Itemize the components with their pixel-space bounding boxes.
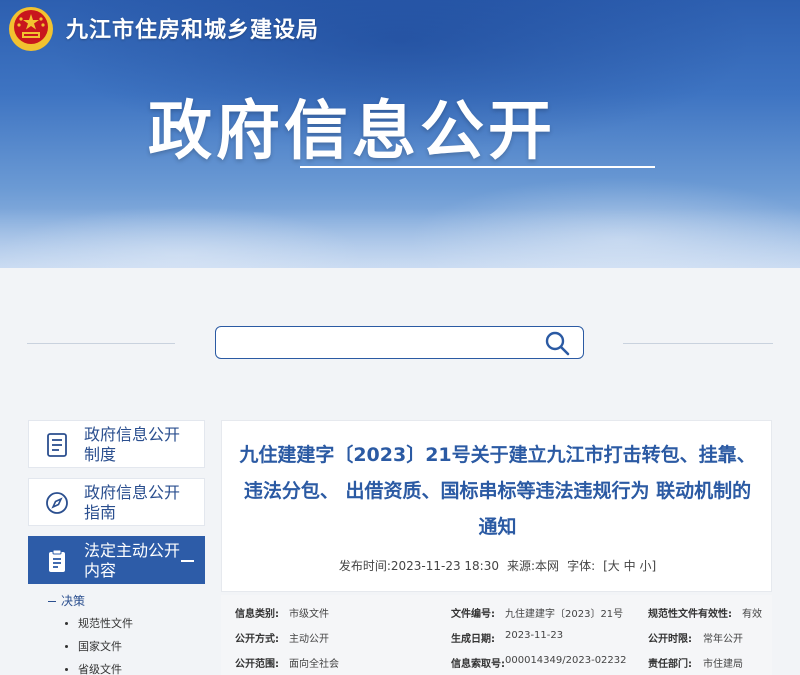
site-name[interactable]: 九江市住房和城乡建设局 (66, 12, 319, 44)
sidebar-item-statutory-content[interactable]: 法定主动公开内容 (28, 536, 205, 584)
info-key: 公开时限: (648, 634, 692, 645)
info-value: 000014349/2023-02232 (505, 655, 627, 666)
source-value: 本网 (535, 559, 560, 573)
header-banner: 九江市住房和城乡建设局 政府信息公开 (0, 0, 800, 268)
info-row: 信息类别: 市级文件 文件编号: 九住建建字〔2023〕21号 规范性文件有效性… (221, 605, 772, 629)
info-value: 主动公开 (289, 634, 329, 645)
national-emblem-icon[interactable] (6, 4, 56, 54)
tree-node-decision[interactable]: 决策 (28, 590, 205, 612)
font-bracket-close: ] (651, 559, 657, 573)
search-area (0, 326, 800, 360)
font-large-button[interactable]: 大 (608, 559, 620, 573)
sidebar-item-label: 政府信息公开指南 (84, 483, 181, 522)
sidebar: 政府信息公开制度 政府信息公开指南 法定主动公开内容 决策 规范性文件 国家文件 (28, 420, 205, 675)
document-list-icon (47, 433, 67, 457)
info-key: 公开方式: (235, 634, 279, 645)
info-value: 有效 (742, 609, 762, 620)
font-medium-button[interactable]: 中 (624, 559, 636, 573)
font-size-label: 字体: (567, 559, 596, 573)
tree-leaf-label: 规范性文件 (78, 617, 133, 630)
info-value: 常年公开 (703, 634, 743, 645)
sidebar-item-label: 法定主动公开内容 (84, 541, 181, 580)
publish-time-label: 发布时间: (338, 559, 391, 573)
document-info-table: 信息类别: 市级文件 文件编号: 九住建建字〔2023〕21号 规范性文件有效性… (221, 595, 772, 675)
info-value: 市住建局 (703, 659, 743, 670)
info-key: 文件编号: (451, 609, 495, 620)
tree-leaf-national-docs[interactable]: 国家文件 (28, 635, 205, 658)
search-box (215, 326, 584, 359)
search-divider-left (27, 343, 175, 344)
tree-leaf-normative-docs[interactable]: 规范性文件 (28, 612, 205, 635)
search-divider-right (623, 343, 773, 344)
font-small-button[interactable]: 小 (639, 559, 651, 573)
sidebar-item-disclosure-guide[interactable]: 政府信息公开指南 (28, 478, 205, 526)
info-key: 信息索取号: (451, 659, 505, 670)
banner-skyline (0, 208, 800, 268)
sidebar-subtree: 决策 规范性文件 国家文件 省级文件 (28, 584, 205, 675)
publish-time: 2023-11-23 18:30 (390, 559, 499, 573)
info-row: 公开方式: 主动公开 生成日期: 2023-11-23 公开时限: 常年公开 (221, 630, 772, 654)
info-row: 公开范围: 面向全社会 信息索取号: 000014349/2023-02232 … (221, 655, 772, 675)
info-key: 公开范围: (235, 659, 279, 670)
hero-underline (300, 166, 655, 168)
tree-leaf-label: 省级文件 (78, 663, 122, 675)
collapse-dash-icon (48, 601, 56, 602)
sidebar-item-disclosure-system[interactable]: 政府信息公开制度 (28, 420, 205, 468)
info-value: 2023-11-23 (505, 630, 564, 641)
tree-node-label: 决策 (61, 594, 86, 608)
info-value: 市级文件 (289, 609, 329, 620)
clipboard-icon (49, 549, 65, 572)
search-icon[interactable] (543, 330, 571, 356)
collapse-icon[interactable] (181, 560, 194, 562)
info-key: 生成日期: (451, 634, 495, 645)
article-meta: 发布时间:2023-11-23 18:30 来源:本网 字体: [大 中 小] (222, 557, 773, 574)
tree-leaf-label: 国家文件 (78, 640, 122, 653)
article-title: 九住建建字〔2023〕21号关于建立九江市打击转包、挂靠、违法分包、 出借资质、… (239, 444, 756, 538)
info-value: 九住建建字〔2023〕21号 (505, 609, 624, 620)
search-input[interactable] (224, 331, 534, 355)
sidebar-item-label: 政府信息公开制度 (84, 425, 181, 464)
info-value: 面向全社会 (289, 659, 339, 670)
page-hero-title: 政府信息公开 (148, 95, 556, 169)
source-label: 来源: (507, 559, 536, 573)
info-key: 规范性文件有效性: (648, 609, 732, 620)
article-card: 九住建建字〔2023〕21号关于建立九江市打击转包、挂靠、违法分包、 出借资质、… (221, 420, 772, 592)
compass-icon (46, 492, 68, 514)
info-key: 信息类别: (235, 609, 279, 620)
tree-leaf-provincial-docs[interactable]: 省级文件 (28, 658, 205, 675)
info-key: 责任部门: (648, 659, 692, 670)
